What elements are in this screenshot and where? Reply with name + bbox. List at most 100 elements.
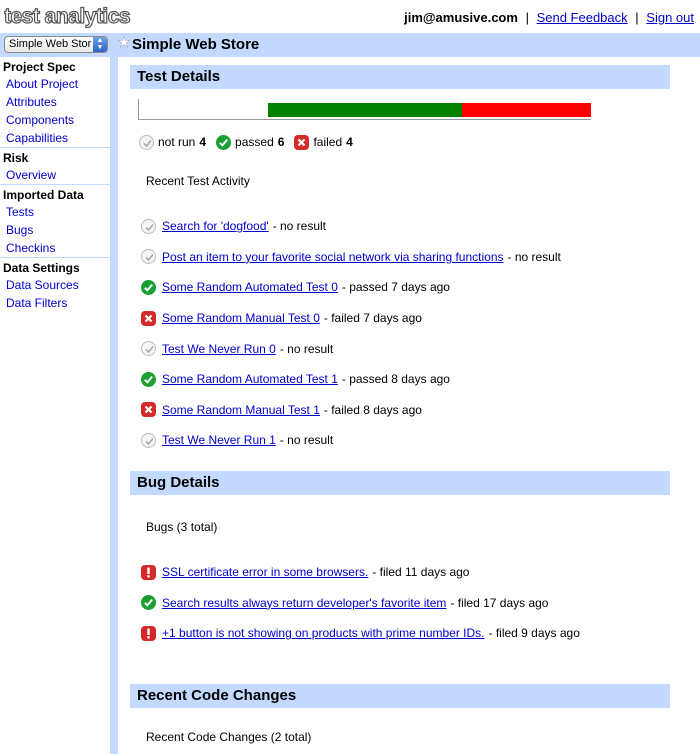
send-feedback-link[interactable]: Send Feedback xyxy=(537,10,628,25)
separator: | xyxy=(525,10,529,25)
not-run-icon xyxy=(141,218,156,234)
not-run-icon xyxy=(141,341,156,357)
progress-passed-segment xyxy=(268,103,462,117)
project-title-bar: Simple Web Stor ▲ ▼ Simple Web Store xyxy=(0,33,700,57)
test-activity-row: Some Random Manual Test 1- failed 8 days… xyxy=(141,395,670,426)
user-email: jim@amusive.com xyxy=(404,10,518,25)
bug-list: SSL certificate error in some browsers. -… xyxy=(130,557,670,649)
test-details-heading: Test Details xyxy=(130,65,670,89)
test-activity-row: Some Random Manual Test 0- failed 7 days… xyxy=(141,303,670,334)
test-activity-status-text: - passed 8 days ago xyxy=(341,372,450,387)
sidebar-section: Project Spec About Project Attributes Compo… xyxy=(0,57,110,147)
bugs-summary: Bugs (3 total) xyxy=(146,519,218,534)
sidebar-item-attributes[interactable]: Attributes xyxy=(0,93,110,111)
sidebar-item-components[interactable]: Components xyxy=(0,111,110,129)
bug-alert-icon xyxy=(141,564,156,580)
test-activity-link[interactable]: Some Random Manual Test 0 xyxy=(162,311,320,325)
svg-text:test analytics: test analytics xyxy=(4,5,130,28)
sidebar-item-overview[interactable]: Overview xyxy=(0,166,110,184)
not-run-icon xyxy=(141,432,156,448)
select-arrows-icon: ▲ ▼ xyxy=(93,37,107,52)
passed-icon xyxy=(216,134,232,150)
sign-out-link[interactable]: Sign out xyxy=(646,10,694,25)
test-activity-row: Test We Never Run 0- no result xyxy=(141,333,670,364)
bug-status-text: - filed 17 days ago xyxy=(450,595,549,610)
test-progress-bar xyxy=(138,99,591,120)
bug-status-text: - filed 11 days ago xyxy=(372,565,470,580)
progress-not-run-segment xyxy=(139,103,268,117)
project-select[interactable]: Simple Web Stor ▲ ▼ xyxy=(4,36,108,53)
not-run-count: 4 xyxy=(199,135,207,149)
passed-icon xyxy=(141,279,156,295)
recent-code-changes-heading: Recent Code Changes xyxy=(130,683,670,708)
test-activity-list: Search for 'dogfood' - no result Post an i… xyxy=(130,211,670,456)
bug-link[interactable]: Search results always return developer's… xyxy=(162,596,446,610)
test-activity-status-text: - failed 7 days ago xyxy=(323,311,422,326)
test-activity-row: Post an item to your favorite social net… xyxy=(141,242,670,273)
test-activity-row: Some Random Automated Test 0- passed 7 d… xyxy=(141,272,670,303)
sidebar-item-data-sources[interactable]: Data Sources xyxy=(0,276,110,294)
bug-details-heading: Bug Details xyxy=(130,470,670,495)
test-analytics-logo: test analytics xyxy=(4,4,131,28)
main-content: Test Details not run 4 passed 6 failed 4… xyxy=(130,57,670,744)
not-run-icon xyxy=(139,134,154,150)
sidebar-section-heading: Data Settings xyxy=(0,257,110,276)
sidebar-item-capabilities[interactable]: Capabilities xyxy=(0,129,110,147)
sidebar-item-bugs[interactable]: Bugs xyxy=(0,221,110,239)
test-activity-link[interactable]: Search for 'dogfood' xyxy=(162,219,269,233)
sidebar-divider xyxy=(110,57,118,754)
test-activity-status-text: - no result xyxy=(507,249,561,264)
sidebar-section: Data Settings Data Sources Data Filters xyxy=(0,257,110,312)
bug-row: SSL certificate error in some browsers. -… xyxy=(141,557,670,588)
not-run-label: not run xyxy=(158,135,196,149)
progress-failed-segment xyxy=(462,103,591,117)
failed-count: 4 xyxy=(346,135,353,149)
test-activity-status-text: - no result xyxy=(279,433,334,448)
test-activity-link[interactable]: Test We Never Run 1 xyxy=(162,433,276,447)
top-links: jim@amusive.com | Send Feedback | Sign o… xyxy=(404,10,694,25)
separator: | xyxy=(635,10,639,25)
test-activity-link[interactable]: Post an item to your favorite social net… xyxy=(162,250,504,264)
bug-row: +1 button is not showing on products wit… xyxy=(141,618,670,649)
sidebar-item-tests[interactable]: Tests xyxy=(0,203,110,221)
failed-icon xyxy=(141,310,156,326)
test-activity-link[interactable]: Some Random Automated Test 1 xyxy=(162,372,338,386)
not-run-icon xyxy=(141,249,156,265)
code-changes-summary: Recent Code Changes (2 total) xyxy=(146,729,312,744)
bug-link[interactable]: +1 button is not showing on products wit… xyxy=(162,626,485,640)
bug-link[interactable]: SSL certificate error in some browsers. xyxy=(162,565,368,579)
sidebar-section-heading: Project Spec xyxy=(3,60,76,74)
recent-test-activity-label: Recent Test Activity xyxy=(146,174,250,188)
bug-row: Search results always return developer's… xyxy=(141,587,670,618)
test-activity-status-text: - passed 7 days ago xyxy=(341,280,450,295)
test-activity-link[interactable]: Some Random Manual Test 1 xyxy=(162,403,320,417)
failed-icon xyxy=(141,402,156,418)
passed-icon xyxy=(141,595,156,611)
test-activity-row: Test We Never Run 1- no result xyxy=(141,425,670,456)
test-activity-link[interactable]: Some Random Automated Test 0 xyxy=(162,280,338,294)
sidebar-section-heading: Risk xyxy=(0,147,110,166)
sidebar-section: Risk Overview xyxy=(0,147,110,184)
project-title: Simple Web Store xyxy=(132,36,260,53)
test-counts: not run 4 passed 6 failed 4 xyxy=(139,134,670,150)
failed-label: failed xyxy=(313,135,343,149)
sidebar: Project Spec About Project Attributes Compo… xyxy=(0,57,111,754)
sidebar-item-checkins[interactable]: Checkins xyxy=(0,239,110,257)
star-icon[interactable] xyxy=(118,36,130,48)
bug-status-text: - filed 9 days ago xyxy=(488,626,580,641)
passed-label: passed xyxy=(235,135,274,149)
test-activity-row: Some Random Automated Test 1- passed 8 d… xyxy=(141,364,670,395)
passed-icon xyxy=(141,371,156,387)
test-activity-row: Search for 'dogfood' - no result xyxy=(141,211,670,242)
bug-alert-icon xyxy=(141,625,156,641)
failed-icon xyxy=(294,134,310,150)
test-activity-status-text: - no result xyxy=(279,341,334,356)
project-select-value: Simple Web Stor xyxy=(9,38,92,50)
sidebar-item-data-filters[interactable]: Data Filters xyxy=(0,294,110,312)
sidebar-section: Imported Data Tests Bugs Checkins xyxy=(0,184,110,257)
test-activity-status-text: - failed 8 days ago xyxy=(323,402,422,417)
passed-count: 6 xyxy=(277,135,285,149)
test-activity-link[interactable]: Test We Never Run 0 xyxy=(162,342,276,356)
test-activity-status-text: - no result xyxy=(272,219,327,234)
sidebar-item-about-project[interactable]: About Project xyxy=(0,75,110,93)
